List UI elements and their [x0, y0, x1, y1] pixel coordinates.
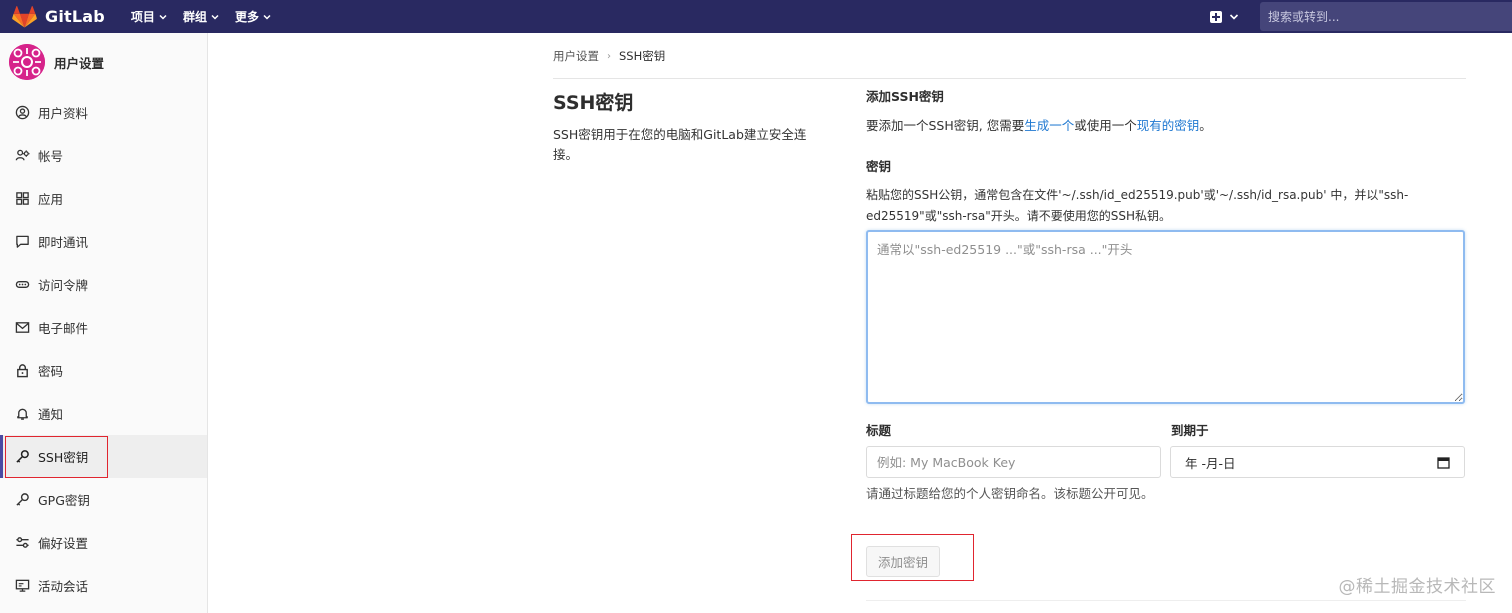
expires-date-input[interactable]: 年 -月-日: [1170, 446, 1465, 478]
sidebar-item-label: 电子邮件: [38, 321, 89, 336]
avatar: [9, 44, 45, 80]
generate-key-link[interactable]: 生成一个: [1024, 118, 1074, 133]
page-description: SSH密钥用于在您的电脑和GitLab建立安全连接。: [553, 127, 807, 162]
sidebar-item-label: GPG密钥: [38, 493, 90, 508]
mail-icon: [14, 320, 30, 336]
sidebar-title: 用户设置: [54, 55, 105, 71]
search-input[interactable]: [1268, 9, 1512, 24]
chat-icon: [14, 234, 30, 250]
sidebar-item-access-tokens[interactable]: 访问令牌: [0, 263, 207, 306]
intro-text: 要添加一个SSH密钥, 您需要: [866, 118, 1025, 133]
calendar-icon[interactable]: [1437, 456, 1450, 469]
nav-menu-projects[interactable]: 项目: [131, 8, 168, 25]
account-icon: [14, 148, 30, 164]
key-label: 密钥: [866, 159, 892, 174]
intro-text: 。: [1199, 118, 1212, 133]
chevron-down-icon: [1229, 13, 1239, 20]
sidebar-item-label: 即时通讯: [38, 235, 89, 250]
applications-icon: [14, 191, 30, 207]
nav-menu-more[interactable]: 更多: [235, 8, 272, 25]
chevron-down-icon: [159, 14, 167, 20]
sidebar-item-label: 用户资料: [38, 106, 89, 121]
sidebar-item-label: 密码: [38, 364, 64, 379]
nav-menu: 项目 群组 更多: [131, 8, 287, 25]
plus-square-icon: [1210, 10, 1222, 23]
header-divider: [553, 78, 1466, 79]
lock-icon: [14, 363, 30, 379]
chevron-down-icon: [211, 14, 219, 20]
sidebar-item-label: 偏好设置: [38, 536, 89, 551]
date-value: 年 -月-日: [1185, 455, 1236, 471]
intro-text: 或使用一个: [1074, 118, 1137, 133]
sidebar-item-profile[interactable]: 用户资料: [0, 91, 207, 134]
title-label: 标题: [866, 423, 892, 438]
token-icon: [14, 277, 30, 293]
top-navbar: GitLab 项目 群组 更多: [0, 0, 1512, 33]
sidebar-item-emails[interactable]: 电子邮件: [0, 306, 207, 349]
title-help-text: 请通过标题给您的个人密钥命名。该标题公开可见。: [866, 486, 1154, 501]
sidebar-list: 用户资料 帐号 应用 即时通讯 访问令牌 电子邮件 密码 通知 SSH密钥 GP…: [0, 91, 207, 607]
key-help-text: 粘贴您的SSH公钥，通常包含在文件'~/.ssh/id_ed25519.pub'…: [866, 188, 1409, 223]
sidebar-item-applications[interactable]: 应用: [0, 177, 207, 220]
sidebar-header[interactable]: 用户设置: [0, 33, 207, 91]
gitlab-logo-icon: [12, 5, 37, 27]
sidebar-item-label: 通知: [38, 407, 64, 422]
key-icon: [14, 449, 30, 465]
sidebar-item-account[interactable]: 帐号: [0, 134, 207, 177]
breadcrumb-parent-link[interactable]: 用户设置: [553, 48, 599, 64]
sidebar-item-label: 访问令牌: [38, 278, 89, 293]
sidebar-item-label: 应用: [38, 192, 64, 207]
form-section-title: 添加SSH密钥: [866, 89, 944, 104]
monitor-icon: [14, 578, 30, 594]
breadcrumb-current: SSH密钥: [619, 49, 666, 63]
chevron-down-icon: [263, 14, 271, 20]
sidebar-item-label: 帐号: [38, 149, 64, 164]
form-bottom-divider: [866, 600, 1466, 601]
page-title: SSH密钥: [553, 92, 634, 114]
sidebar-item-preferences[interactable]: 偏好设置: [0, 521, 207, 564]
sidebar-item-notifications[interactable]: 通知: [0, 392, 207, 435]
key-icon: [14, 492, 30, 508]
bell-icon: [14, 406, 30, 422]
sidebar-item-password[interactable]: 密码: [0, 349, 207, 392]
sidebar-item-label: SSH密钥: [38, 450, 89, 465]
nav-menu-label: 群组: [182, 10, 207, 24]
nav-menu-label: 项目: [130, 10, 155, 24]
sidebar-item-gpg-keys[interactable]: GPG密钥: [0, 478, 207, 521]
key-textarea[interactable]: [866, 230, 1465, 404]
sidebar-item-active-sessions[interactable]: 活动会话: [0, 564, 207, 607]
sidebar-item-chat[interactable]: 即时通讯: [0, 220, 207, 263]
new-item-dropdown[interactable]: [1210, 10, 1240, 23]
nav-menu-groups[interactable]: 群组: [183, 8, 220, 25]
nav-right: [1210, 0, 1512, 33]
sidebar-item-label: 活动会话: [38, 579, 89, 594]
add-ssh-key-form: 添加SSH密钥 要添加一个SSH密钥, 您需要生成一个或使用一个现有的密钥。 密…: [866, 86, 1466, 227]
preferences-icon: [14, 535, 30, 551]
sidebar-item-ssh-keys[interactable]: SSH密钥: [0, 435, 207, 478]
existing-key-link[interactable]: 现有的密钥: [1137, 118, 1200, 133]
chevron-right-icon: ›: [607, 50, 611, 62]
breadcrumb: 用户设置 › SSH密钥: [553, 48, 665, 64]
nav-menu-label: 更多: [234, 10, 259, 24]
profile-icon: [14, 105, 30, 121]
add-key-button[interactable]: 添加密钥: [866, 546, 940, 577]
settings-sidebar: 用户设置 用户资料 帐号 应用 即时通讯 访问令牌 电子邮件 密码 通知 SSH…: [0, 33, 208, 613]
gitlab-home-link[interactable]: GitLab: [12, 0, 105, 33]
avatar-pattern-icon: [9, 44, 45, 80]
form-intro: 要添加一个SSH密钥, 您需要生成一个或使用一个现有的密钥。: [866, 115, 1466, 134]
expires-label: 到期于: [1171, 423, 1209, 438]
watermark: @稀土掘金技术社区: [1338, 577, 1496, 597]
page-intro: SSH密钥 SSH密钥用于在您的电脑和GitLab建立安全连接。: [553, 88, 828, 165]
title-input[interactable]: [866, 446, 1161, 478]
brand-name: GitLab: [45, 7, 105, 26]
search-box: [1260, 2, 1512, 31]
